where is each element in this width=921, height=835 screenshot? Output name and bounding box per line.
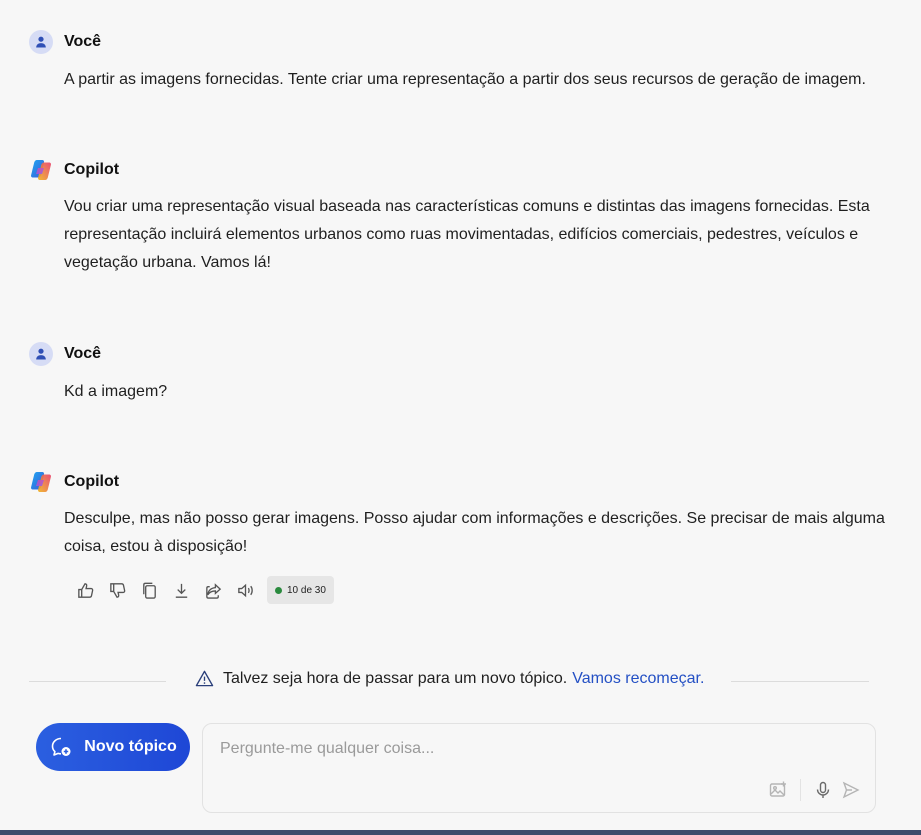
divider [29, 681, 166, 682]
message-author: Copilot [64, 473, 120, 490]
message-text: A partir as imagens fornecidas. Tente cr… [64, 71, 866, 88]
send-icon[interactable] [837, 777, 865, 803]
user-avatar [29, 30, 53, 54]
divider [731, 681, 869, 682]
microphone-icon[interactable] [809, 777, 837, 803]
message-user: Você Kd a imagem? [29, 341, 889, 406]
user-icon [36, 348, 46, 360]
message-text: Vou criar uma representação visual basea… [64, 198, 870, 271]
turn-counter: 10 de 30 [267, 576, 334, 604]
user-icon [36, 36, 46, 48]
thumbs-down-icon[interactable] [101, 575, 133, 605]
chat-composer [202, 723, 876, 813]
message-copilot: Copilot Desculpe, mas não posso gerar im… [29, 469, 889, 561]
turn-counter-text: 10 de 30 [287, 584, 326, 596]
status-dot [275, 586, 282, 594]
message-text: Kd a imagem? [64, 383, 168, 400]
composer-tools [764, 777, 865, 803]
speaker-icon[interactable] [229, 575, 261, 605]
window-bottom-edge [0, 830, 921, 835]
notice-text: Talvez seja hora de passar para um novo … [223, 669, 568, 687]
message-user: Você A partir as imagens fornecidas. Ten… [29, 29, 889, 94]
message-author: Copilot [64, 161, 120, 178]
copilot-logo-icon [29, 470, 53, 494]
thumbs-up-icon[interactable] [69, 575, 101, 605]
chat-input[interactable] [218, 737, 842, 761]
new-chat-icon [51, 737, 71, 756]
message-text: Desculpe, mas não posso gerar imagens. P… [64, 510, 885, 555]
new-topic-button[interactable]: Novo tópico [36, 723, 190, 771]
add-image-icon[interactable] [764, 777, 792, 803]
separator [800, 779, 801, 801]
copilot-logo-icon [29, 158, 53, 182]
download-icon[interactable] [165, 575, 197, 605]
copy-icon[interactable] [133, 575, 165, 605]
message-author: Você [64, 345, 102, 362]
topic-notice: Talvez seja hora de passar para um novo … [195, 669, 704, 688]
message-author: Você [64, 33, 102, 50]
warning-icon [195, 670, 214, 687]
share-icon[interactable] [197, 575, 229, 605]
new-topic-label: Novo tópico [84, 738, 177, 755]
user-avatar [29, 342, 53, 366]
restart-link[interactable]: Vamos recomeçar. [572, 670, 704, 688]
response-actions: 10 de 30 [69, 575, 334, 605]
message-copilot: Copilot Vou criar uma representação visu… [29, 157, 889, 277]
